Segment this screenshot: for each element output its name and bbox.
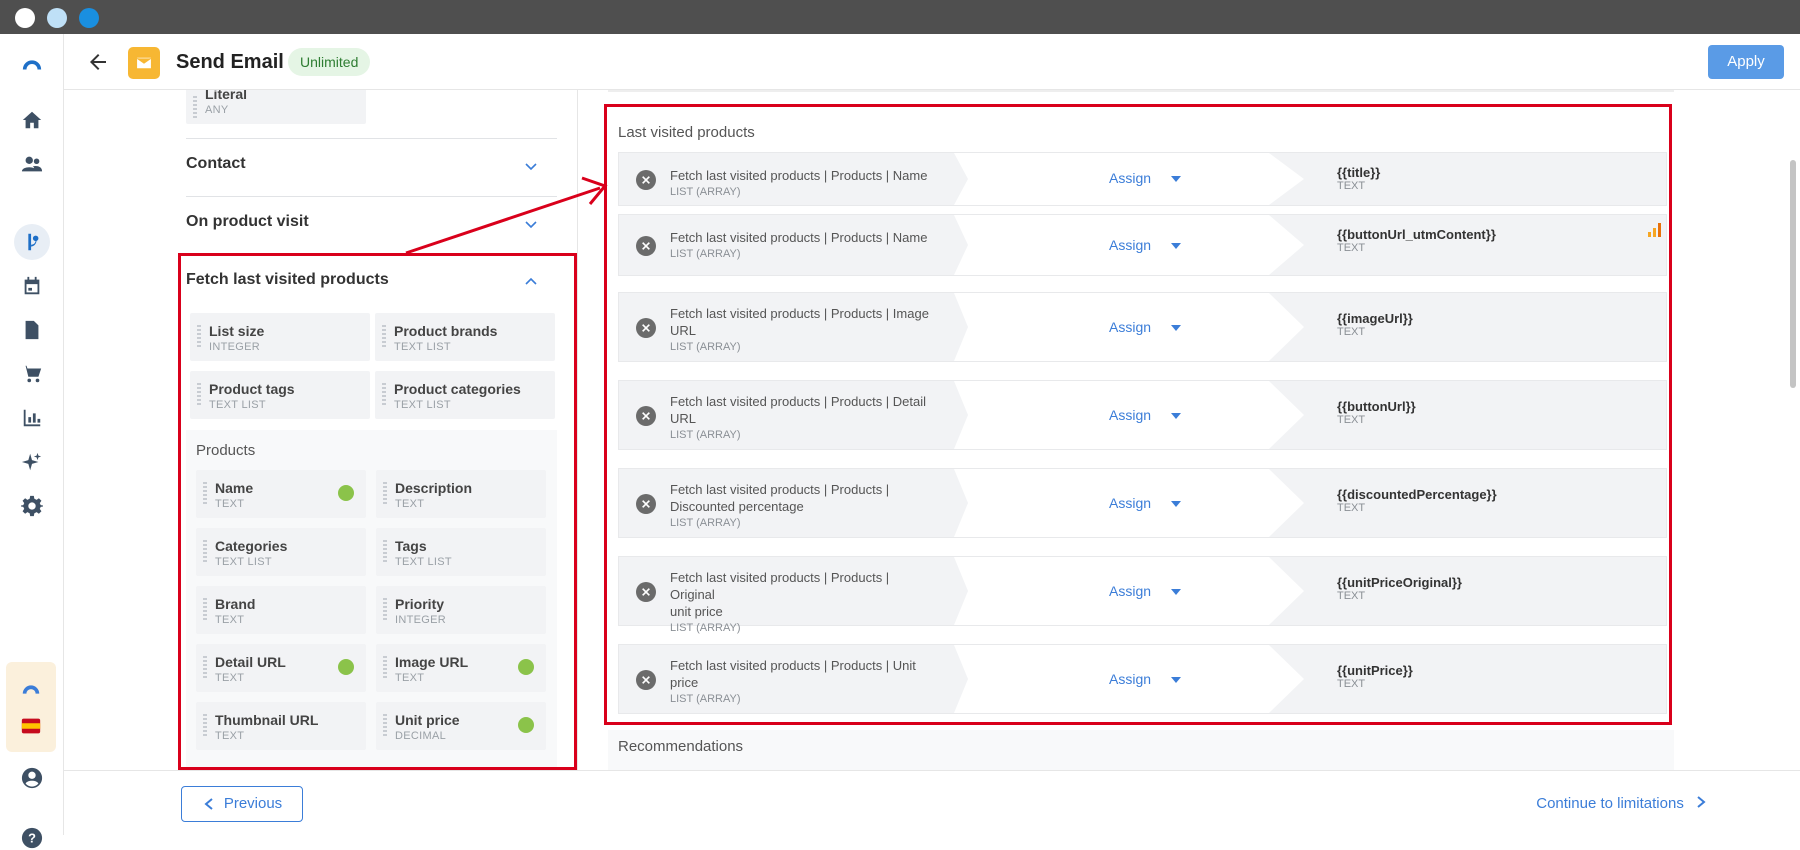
chevron-left-icon	[204, 798, 213, 810]
section-on-product-visit[interactable]: On product visit	[186, 213, 309, 231]
close-window-button[interactable]	[15, 8, 35, 28]
workspace-switcher[interactable]	[6, 662, 56, 752]
chart-icon[interactable]	[20, 406, 44, 430]
people-icon[interactable]	[20, 152, 44, 176]
home-icon[interactable]	[20, 108, 44, 132]
page-header: Send Email Unlimited Apply	[64, 34, 1800, 90]
annotation-arrow	[405, 176, 608, 255]
page-footer: Previous Continue to limitations	[64, 770, 1800, 835]
calendar-icon[interactable]	[20, 274, 44, 298]
page-title: Send Email	[176, 51, 284, 73]
section-contact[interactable]: Contact	[186, 155, 246, 173]
recommendations-section: Recommendations	[608, 730, 1674, 770]
logo-icon[interactable]	[20, 52, 44, 76]
window-titlebar	[0, 0, 1800, 34]
flow-icon[interactable]	[20, 230, 44, 254]
gear-icon[interactable]	[20, 494, 44, 518]
chevron-right-icon	[1697, 796, 1706, 808]
spain-flag-icon	[19, 714, 43, 738]
sparkle-icon[interactable]	[20, 450, 44, 474]
brand-icon	[19, 678, 43, 702]
continue-link[interactable]: Continue to limitations	[1536, 795, 1706, 812]
svg-text:?: ?	[28, 831, 36, 846]
status-badge: Unlimited	[288, 48, 371, 76]
apply-button[interactable]: Apply	[1708, 45, 1784, 79]
back-arrow-icon[interactable]	[86, 50, 110, 74]
mail-icon	[128, 47, 160, 79]
left-navigation: ?	[0, 34, 64, 849]
document-icon[interactable]	[20, 318, 44, 342]
drag-handle-icon[interactable]	[193, 96, 197, 118]
help-icon[interactable]: ?	[20, 826, 44, 850]
minimize-window-button[interactable]	[47, 8, 67, 28]
divider	[608, 90, 1674, 92]
scrollbar[interactable]	[1790, 160, 1796, 388]
divider	[186, 138, 557, 139]
previous-button[interactable]: Previous	[181, 786, 303, 822]
account-icon[interactable]	[20, 766, 44, 790]
highlight-box	[604, 104, 1672, 725]
highlight-box	[178, 253, 577, 770]
zoom-window-button[interactable]	[79, 8, 99, 28]
section-label: Recommendations	[618, 738, 744, 755]
field-card[interactable]: Literal ANY	[186, 90, 366, 124]
cart-icon[interactable]	[20, 362, 44, 386]
